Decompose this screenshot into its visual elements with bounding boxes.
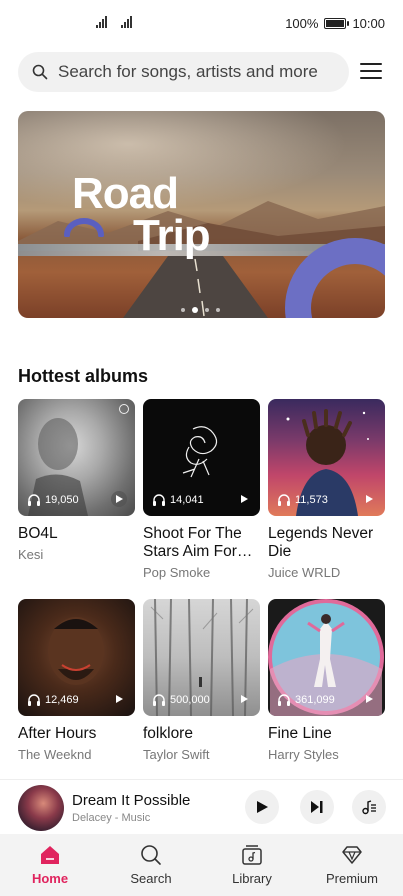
now-playing-artwork[interactable]	[18, 785, 64, 831]
headphones-icon	[278, 494, 290, 506]
battery-icon	[324, 18, 350, 29]
album-artist: Juice WRLD	[268, 565, 341, 580]
now-playing-title: Dream It Possible	[72, 792, 191, 809]
headphones-icon	[28, 694, 40, 706]
carousel-dot[interactable]	[205, 308, 209, 312]
playlist-icon	[362, 800, 376, 815]
album-artist: Harry Styles	[268, 747, 339, 762]
play-icon	[115, 695, 123, 703]
carousel-dots[interactable]	[181, 307, 220, 313]
carousel-dot-active[interactable]	[192, 307, 198, 313]
album-cover[interactable]: 12,469	[18, 599, 135, 716]
featured-banner[interactable]: Road Trip	[18, 111, 385, 318]
album-cover[interactable]: 500,000	[143, 599, 260, 716]
album-card[interactable]: 14,041 Shoot For The Stars Aim For The M…	[143, 399, 260, 580]
play-icon	[256, 801, 268, 813]
search-input[interactable]	[58, 62, 348, 82]
signal-icon	[96, 16, 107, 28]
album-artist: The Weeknd	[18, 747, 92, 762]
album-card[interactable]: 12,469 After Hours The Weeknd	[18, 599, 135, 762]
album-artist: Taylor Swift	[143, 747, 210, 762]
carousel-dot[interactable]	[181, 308, 185, 312]
album-title: After Hours	[18, 725, 97, 742]
carousel-dot[interactable]	[216, 308, 220, 312]
nav-home[interactable]: Home	[10, 844, 90, 886]
play-count: 361,099	[295, 693, 335, 706]
headphones-icon	[278, 694, 290, 706]
search-icon	[32, 64, 48, 80]
album-title: Shoot For The Stars Aim For The Moon	[143, 525, 242, 560]
play-count: 19,050	[45, 493, 79, 506]
nav-premium[interactable]: Premium	[312, 844, 392, 886]
play-count: 500,000	[170, 693, 210, 706]
album-card[interactable]: 19,050 BO4L Kesi	[18, 399, 135, 562]
banner-title: Road Trip	[72, 172, 211, 260]
play-button[interactable]	[361, 491, 377, 507]
album-title: Fine Line	[268, 725, 332, 742]
search-icon	[141, 845, 161, 865]
album-cover[interactable]: 19,050	[18, 399, 135, 516]
nav-premium-label: Premium	[325, 871, 378, 886]
play-icon	[115, 495, 123, 503]
skip-next-icon	[311, 801, 323, 813]
album-artist: Kesi	[18, 547, 44, 562]
home-icon	[41, 846, 59, 864]
album-card[interactable]: 500,000 folklore Taylor Swift	[143, 599, 260, 762]
now-playing-subtitle: Delacey - Music	[72, 812, 151, 824]
album-cover[interactable]: 14,041	[143, 399, 260, 516]
search-bar[interactable]	[18, 52, 349, 92]
diamond-icon	[342, 846, 362, 864]
banner-line-2: Trip	[133, 211, 211, 260]
clock: 10:00	[352, 16, 385, 31]
play-button[interactable]	[245, 790, 279, 824]
menu-icon[interactable]	[359, 60, 383, 82]
mini-player[interactable]: Dream It Possible Delacey - Music	[0, 779, 403, 833]
album-card[interactable]: 11,573 Legends Never Die Juice WRLD	[268, 399, 385, 580]
nav-search[interactable]: Search	[111, 844, 191, 886]
battery-percent: 100%	[285, 16, 319, 31]
headphones-icon	[153, 694, 165, 706]
album-card[interactable]: 361,099 Fine Line Harry Styles	[268, 599, 385, 762]
next-button[interactable]	[300, 790, 334, 824]
album-title: folklore	[143, 725, 193, 742]
play-count: 11,573	[295, 493, 328, 506]
play-icon	[240, 495, 248, 503]
album-cover[interactable]: 361,099	[268, 599, 385, 716]
play-count: 12,469	[45, 693, 79, 706]
album-artist: Pop Smoke	[143, 565, 211, 580]
play-button[interactable]	[236, 491, 252, 507]
play-icon	[365, 695, 373, 703]
play-icon	[365, 495, 373, 503]
headphones-icon	[28, 494, 40, 506]
album-cover[interactable]: 11,573	[268, 399, 385, 516]
album-title: BO4L	[18, 525, 58, 542]
play-button[interactable]	[361, 691, 377, 707]
library-icon	[242, 845, 262, 865]
play-button[interactable]	[236, 691, 252, 707]
signal-icon	[121, 16, 132, 28]
status-bar: 100% 10:00	[0, 0, 403, 48]
headphones-icon	[153, 494, 165, 506]
album-title: Legends Never Die	[268, 525, 374, 560]
play-button[interactable]	[111, 491, 127, 507]
play-button[interactable]	[111, 691, 127, 707]
play-icon	[240, 695, 248, 703]
nav-library-label: Library	[232, 871, 272, 886]
nav-home-label: Home	[31, 871, 69, 886]
section-title-hottest-albums: Hottest albums	[18, 366, 149, 386]
nav-library[interactable]: Library	[212, 844, 292, 886]
bottom-nav: Home Search Library Premium	[0, 834, 403, 896]
nav-search-label: Search	[130, 871, 172, 886]
play-count: 14,041	[170, 493, 204, 506]
queue-button[interactable]	[352, 790, 386, 824]
